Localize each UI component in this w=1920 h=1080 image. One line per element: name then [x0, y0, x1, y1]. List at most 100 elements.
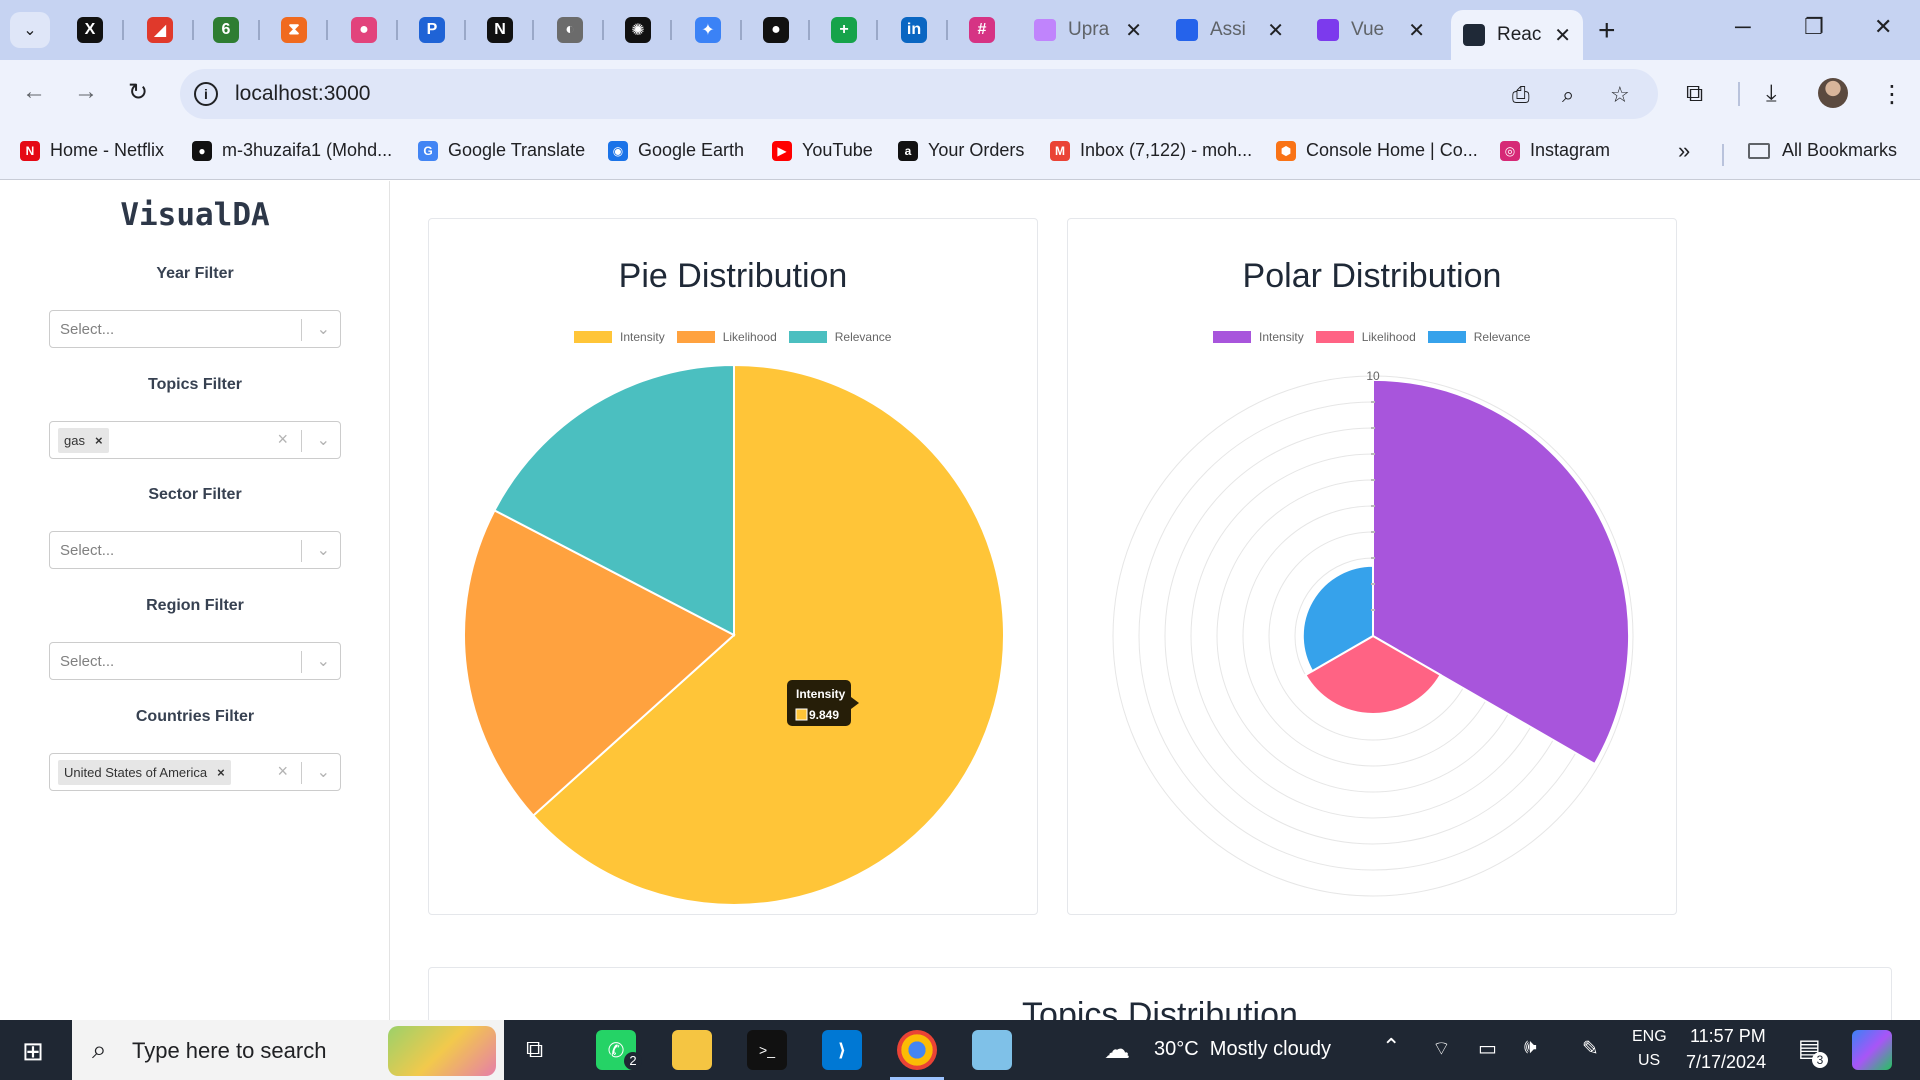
pie-chart[interactable]: Intensity 9.849	[429, 354, 1039, 914]
more-bookmarks-button[interactable]: »	[1678, 138, 1690, 164]
bookmark-item[interactable]: ◉ Google Earth	[608, 140, 744, 161]
menu-kebab-icon[interactable]: ⋮	[1880, 80, 1904, 109]
bookmark-item[interactable]: G Google Translate	[418, 140, 585, 161]
clear-icon[interactable]: ×	[277, 429, 288, 450]
battery-icon[interactable]: ▭	[1478, 1036, 1497, 1061]
back-button[interactable]: ←	[22, 78, 46, 106]
pinned-tab-slack[interactable]: #	[954, 12, 1010, 48]
legend-label-intensity[interactable]: Intensity	[620, 330, 665, 344]
pinned-tab-paypal[interactable]: P	[404, 12, 460, 48]
pinned-tab-hourglass[interactable]: ⧗	[266, 12, 322, 48]
legend-label-likelihood[interactable]: Likelihood	[1362, 330, 1416, 344]
taskbar-search[interactable]: ⌕ Type here to search	[72, 1020, 504, 1080]
clock-date[interactable]: 7/17/2024	[1686, 1052, 1766, 1073]
tab-separator	[122, 20, 124, 40]
forward-button[interactable]: →	[74, 78, 98, 106]
pinned-tab-figma[interactable]: ●	[336, 12, 392, 48]
legend-swatch-likelihood[interactable]	[1315, 331, 1354, 343]
legend-swatch-relevance[interactable]	[788, 331, 827, 343]
download-icon[interactable]: ⤓	[1766, 80, 1777, 108]
pinned-tab-notion[interactable]: N	[472, 12, 528, 48]
chevron-down-icon[interactable]: ⌄	[317, 762, 330, 782]
chevron-down-icon[interactable]: ⌄	[317, 540, 330, 560]
remove-chip-icon[interactable]: ×	[95, 433, 103, 448]
polar-chart[interactable]: 10	[1068, 354, 1678, 914]
legend-label-intensity[interactable]: Intensity	[1259, 330, 1304, 344]
legend-swatch-likelihood[interactable]	[676, 331, 715, 343]
close-tab-icon[interactable]: ✕	[1554, 23, 1571, 48]
bookmark-item[interactable]: a Your Orders	[898, 140, 1024, 161]
chevron-down-icon[interactable]: ⌄	[317, 430, 330, 450]
legend-swatch-intensity[interactable]	[1213, 331, 1251, 343]
topics-filter-select[interactable]: gas × × ⌄	[49, 421, 341, 459]
bookmark-item[interactable]: N Home - Netflix	[20, 140, 164, 161]
countries-filter-select[interactable]: United States of America × × ⌄	[49, 753, 341, 791]
task-view-icon[interactable]: ⧉	[526, 1036, 543, 1064]
bookmark-item[interactable]: M Inbox (7,122) - moh...	[1050, 140, 1252, 161]
pinned-tab-gemini[interactable]: ✦	[680, 12, 736, 48]
browser-tab[interactable]: Vue ✕	[1305, 10, 1437, 50]
bookmark-star-icon[interactable]: ☆	[1610, 82, 1630, 108]
pinned-tab-ads[interactable]: ◢	[132, 12, 188, 48]
clear-icon[interactable]: ×	[277, 761, 288, 782]
clock-time[interactable]: 11:57 PM	[1690, 1026, 1766, 1047]
terminal-icon[interactable]: >_	[747, 1030, 787, 1070]
vscode-icon[interactable]: ⟩	[822, 1030, 862, 1070]
bookmark-item[interactable]: ⬢ Console Home | Co...	[1276, 140, 1478, 161]
file-explorer-icon[interactable]	[672, 1030, 712, 1070]
copilot-icon[interactable]	[1852, 1030, 1892, 1070]
notes-app-icon[interactable]	[972, 1030, 1012, 1070]
bookmark-item[interactable]: ▶ YouTube	[772, 140, 873, 161]
extensions-icon[interactable]: ⧉	[1686, 80, 1703, 108]
pinned-tab-linkedin[interactable]: in	[886, 12, 942, 48]
sector-filter-select[interactable]: Select... ⌄	[49, 531, 341, 569]
volume-icon[interactable]: 🕪	[1524, 1036, 1537, 1059]
wifi-icon[interactable]: ⌔	[1432, 1036, 1451, 1061]
pinned-tab-globe[interactable]: ◐	[542, 12, 598, 48]
bookmark-item[interactable]: ◎ Instagram	[1500, 140, 1610, 161]
reload-button[interactable]: ↻	[128, 78, 148, 107]
pinned-tab-sheets-plus[interactable]: +	[816, 12, 872, 48]
restore-button[interactable]: ❐	[1804, 14, 1824, 40]
install-app-icon[interactable]: ⎙	[1512, 82, 1530, 108]
browser-tab[interactable]: Reac ✕	[1451, 10, 1583, 60]
legend-label-likelihood[interactable]: Likelihood	[723, 330, 777, 344]
close-window-button[interactable]: ✕	[1874, 14, 1892, 40]
browser-tab[interactable]: Assi ✕	[1164, 10, 1296, 50]
remove-chip-icon[interactable]: ×	[217, 765, 225, 780]
address-bar[interactable]: i localhost:3000 ⎙ ⌕ ☆	[180, 69, 1658, 119]
close-tab-icon[interactable]: ✕	[1267, 18, 1284, 43]
language-top[interactable]: ENG	[1632, 1028, 1667, 1046]
minimize-button[interactable]: ─	[1735, 14, 1751, 40]
chevron-down-icon[interactable]: ⌄	[317, 651, 330, 671]
tab-search-button[interactable]: ⌄	[10, 12, 50, 48]
pinned-tab-openai[interactable]: ✺	[610, 12, 666, 48]
site-info-icon[interactable]: i	[194, 82, 218, 106]
all-bookmarks-button[interactable]: All Bookmarks	[1748, 140, 1897, 161]
weather-text[interactable]: 30°C Mostly cloudy	[1154, 1038, 1331, 1061]
chevron-down-icon[interactable]: ⌄	[317, 319, 330, 339]
region-filter-select[interactable]: Select... ⌄	[49, 642, 341, 680]
legend-label-relevance[interactable]: Relevance	[1474, 330, 1531, 344]
zoom-icon[interactable]: ⌕	[1562, 82, 1574, 108]
year-filter-select[interactable]: Select... ⌄	[49, 310, 341, 348]
profile-avatar[interactable]	[1818, 78, 1848, 108]
legend-label-relevance[interactable]: Relevance	[835, 330, 892, 344]
language-bottom[interactable]: US	[1638, 1052, 1660, 1070]
windows-start-icon[interactable]: ⊞	[22, 1036, 44, 1067]
pinned-tab-x[interactable]: X	[62, 12, 118, 48]
polar-segment-intensity[interactable]	[1372, 378, 1631, 766]
new-tab-button[interactable]: +	[1598, 14, 1616, 48]
legend-swatch-intensity[interactable]	[574, 331, 612, 343]
chevron-up-icon[interactable]: ⌃	[1382, 1034, 1400, 1060]
pinned-tab-gitlab[interactable]: 6	[198, 12, 254, 48]
close-tab-icon[interactable]: ✕	[1125, 18, 1142, 43]
pen-icon[interactable]: ✎	[1582, 1036, 1599, 1061]
chrome-icon[interactable]	[897, 1030, 937, 1070]
pie-chart-card: Pie Distribution Intensity Likelihood Re…	[428, 218, 1038, 915]
close-tab-icon[interactable]: ✕	[1408, 18, 1425, 43]
browser-tab[interactable]: Upra ✕	[1022, 10, 1154, 50]
pinned-tab-github[interactable]: ●	[748, 12, 804, 48]
legend-swatch-relevance[interactable]	[1427, 331, 1466, 343]
bookmark-item[interactable]: ● m-3huzaifa1 (Mohd...	[192, 140, 392, 161]
